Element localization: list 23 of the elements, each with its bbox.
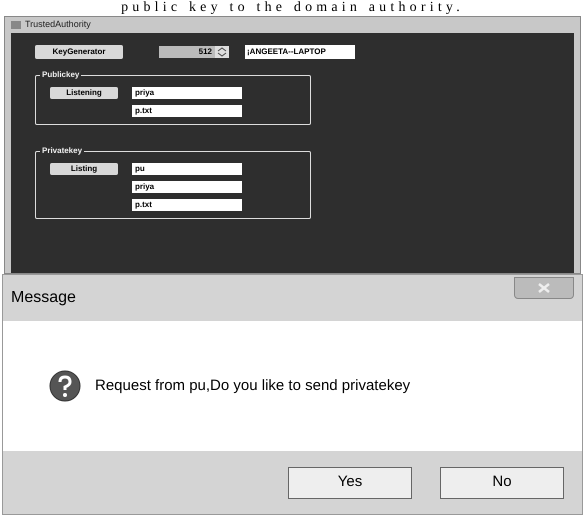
text-field[interactable]: pu [132, 163, 242, 175]
group-title: Privatekey [40, 146, 84, 156]
dialog-button[interactable]: Yes [288, 466, 412, 498]
key-size-spinner[interactable]: 512 [159, 46, 215, 58]
group-title: Publickey [40, 70, 82, 80]
close-button[interactable] [514, 277, 574, 299]
dialog-title: Message [11, 288, 76, 308]
host-field[interactable]: ¡ANGEETA--LAPTOP [245, 45, 355, 59]
close-icon [538, 283, 550, 293]
question-icon [49, 370, 81, 402]
text-field[interactable]: p.txt [132, 105, 242, 117]
text-field[interactable]: priya [132, 87, 242, 99]
caption-text: public key to the domain authority. [121, 1, 464, 15]
dialog-message: Request from pu,Do you like to send privatekey [95, 376, 410, 396]
dialog-button[interactable]: No [440, 466, 564, 498]
text-field[interactable]: priya [132, 181, 242, 193]
key-generator-button[interactable]: KeyGenerator [35, 45, 123, 59]
app-icon [11, 21, 21, 29]
window-title: TrustedAuthority [25, 18, 91, 32]
spinner-arrows-icon[interactable] [215, 46, 229, 58]
text-field[interactable]: p.txt [132, 199, 242, 211]
listen-button[interactable]: Listening [50, 87, 118, 99]
listen-button[interactable]: Listing [50, 163, 118, 175]
